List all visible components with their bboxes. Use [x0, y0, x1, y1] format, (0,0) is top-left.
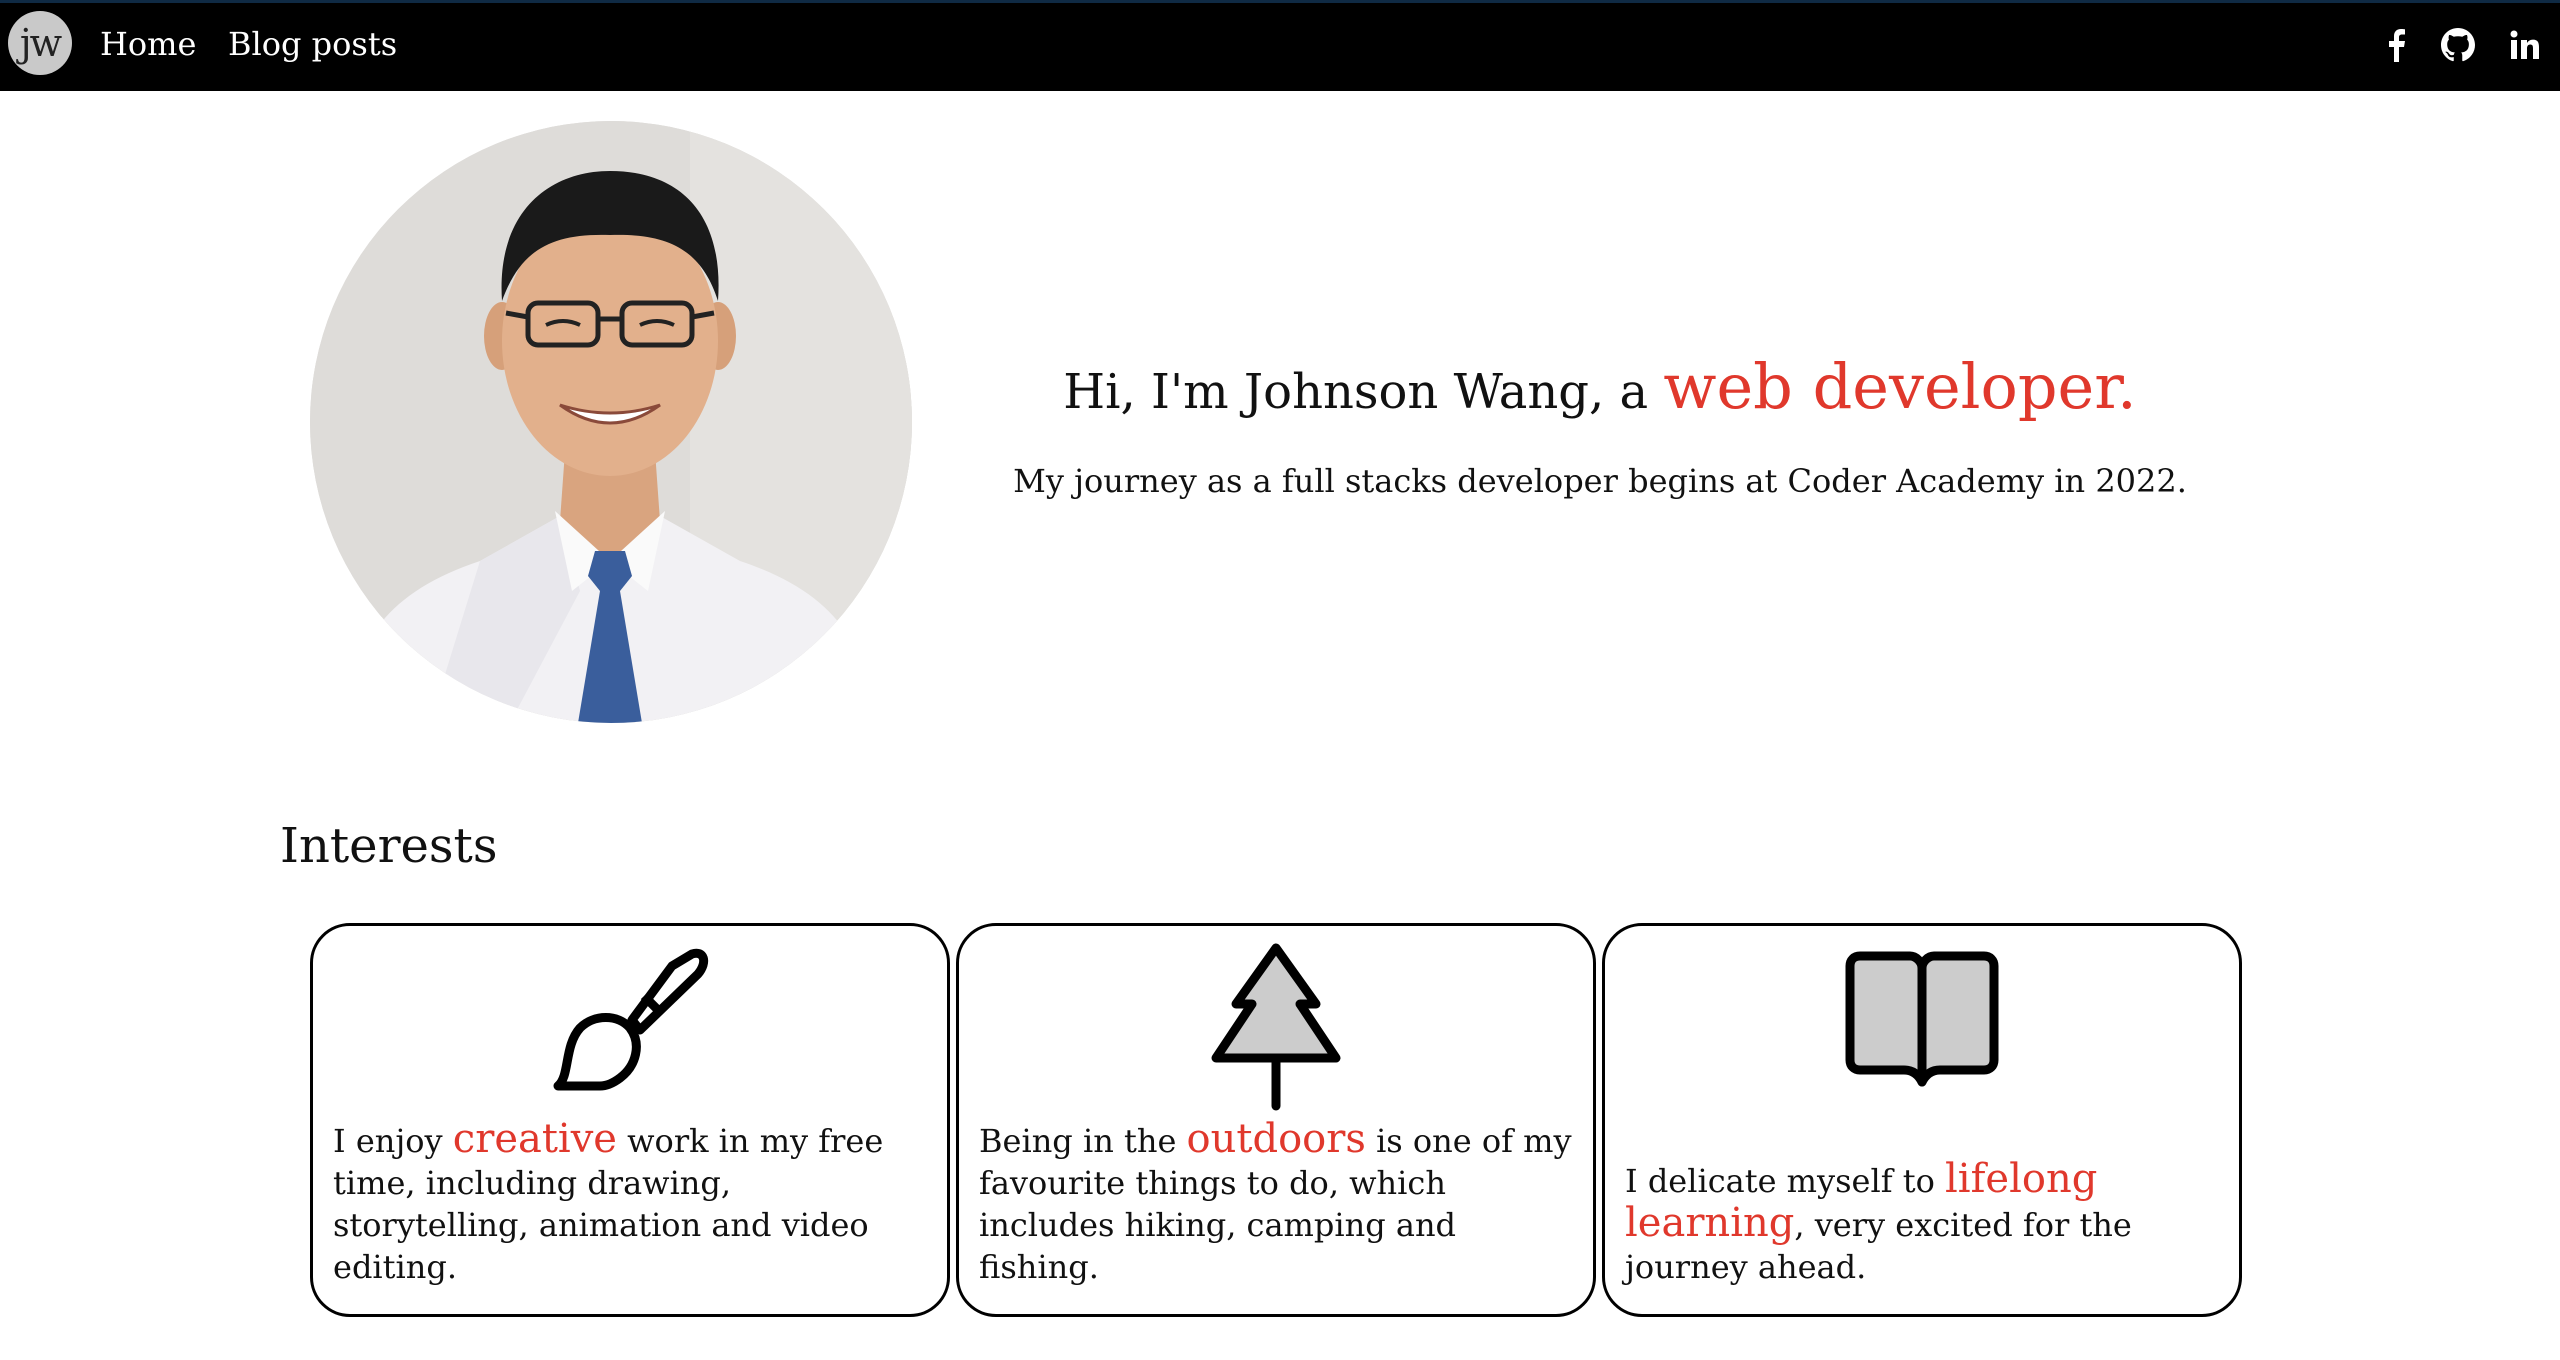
interest-text: I delicate myself to lifelong learning, …	[1625, 1158, 2219, 1288]
interests-heading: Interests	[280, 818, 498, 874]
nav-home-link[interactable]: Home	[100, 25, 196, 63]
interest-text-prefix: I enjoy	[333, 1122, 453, 1160]
interest-card-outdoors: Being in the outdoors is one of my favou…	[956, 923, 1596, 1317]
interest-text: I enjoy creative work in my free time, i…	[333, 1118, 927, 1288]
interest-highlight: outdoors	[1186, 1116, 1366, 1162]
interest-highlight: creative	[452, 1116, 617, 1162]
tree-icon	[959, 936, 1593, 1116]
open-book-icon	[1605, 936, 2239, 1096]
linkedin-icon[interactable]	[2505, 25, 2545, 65]
paintbrush-icon	[313, 936, 947, 1106]
profile-photo	[310, 121, 912, 723]
interest-text-prefix: I delicate myself to	[1625, 1162, 1945, 1200]
site-logo[interactable]: jw	[8, 11, 72, 75]
hero-highlight: web developer.	[1663, 350, 2137, 423]
interest-card-creative: I enjoy creative work in my free time, i…	[310, 923, 950, 1317]
nav-blog-posts-link[interactable]: Blog posts	[228, 25, 397, 63]
navbar: jw Home Blog posts	[0, 3, 2560, 91]
interest-text-prefix: Being in the	[979, 1122, 1187, 1160]
github-icon[interactable]	[2438, 25, 2478, 65]
facebook-icon[interactable]	[2376, 25, 2416, 65]
hero-greeting: Hi, I'm Johnson Wang, a	[1063, 364, 1664, 420]
interest-card-learning: I delicate myself to lifelong learning, …	[1602, 923, 2242, 1317]
hero-title: Hi, I'm Johnson Wang, a web developer.	[1060, 350, 2140, 423]
hero-subtitle: My journey as a full stacks developer be…	[1013, 462, 2187, 500]
interest-text: Being in the outdoors is one of my favou…	[979, 1118, 1573, 1288]
